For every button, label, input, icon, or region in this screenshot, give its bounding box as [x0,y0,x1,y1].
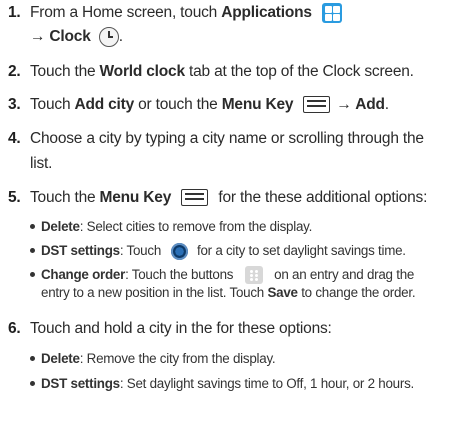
bullet-change-order: Change order: Touch the buttons on an en… [30,266,414,285]
add-city-label: Add city [74,96,135,113]
menu-key-icon [303,96,331,114]
applications-icon [321,2,342,23]
step-number: 1. [8,4,21,21]
applications-label: Applications [221,4,312,21]
world-clock-label: World clock [99,63,186,80]
step-number: 5. [8,189,21,206]
clock-icon [98,26,119,47]
dst-gear-icon [170,242,188,260]
bullet-dst-settings: DST settings: Touch for a city to set da… [30,242,406,260]
menu-key-label: Menu Key [99,189,172,206]
menu-key-label: Menu Key [221,96,294,113]
clock-label: → Clock [30,28,91,45]
step-number: 3. [8,96,21,113]
bullet-delete: Delete: Select cities to remove from the… [30,218,312,236]
step-number: 4. [8,130,21,147]
reorder-grip-icon [244,266,263,285]
menu-key-icon [181,189,209,207]
step-number: 2. [8,63,21,80]
save-label: Save [267,285,298,300]
bullet-delete-6: Delete: Remove the city from the display… [30,350,276,368]
step-text: From a Home screen, touch [30,4,222,21]
step-number: 6. [8,320,21,337]
bullet-change-order-cont: entry to a new position in the list. Tou… [41,285,416,300]
bullet-dst-settings-6: DST settings: Set daylight savings time … [30,375,414,393]
